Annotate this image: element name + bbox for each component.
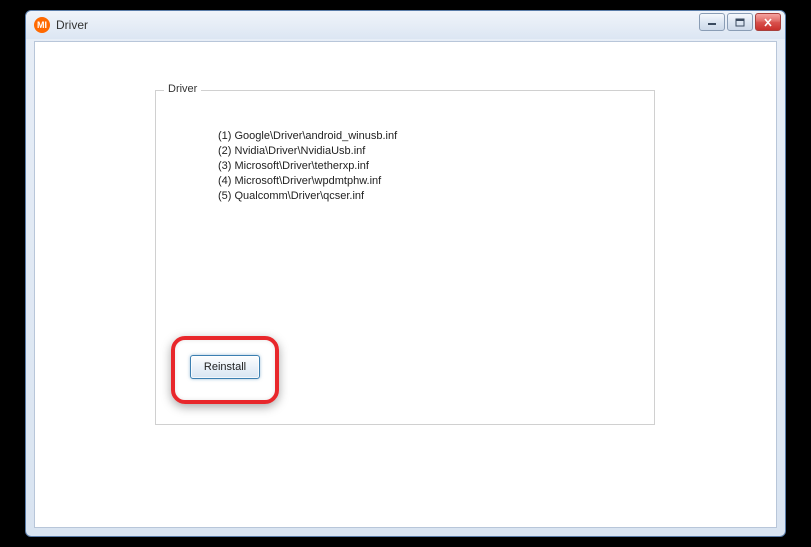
maximize-icon — [735, 18, 745, 27]
minimize-button[interactable] — [699, 13, 725, 31]
window-controls — [699, 13, 781, 31]
titlebar[interactable]: MI Driver — [26, 11, 785, 39]
driver-groupbox: Driver (1) Google\Driver\android_winusb.… — [155, 90, 655, 425]
maximize-button[interactable] — [727, 13, 753, 31]
driver-list: (1) Google\Driver\android_winusb.inf (2)… — [218, 129, 397, 204]
groupbox-label: Driver — [164, 83, 201, 95]
list-item: (3) Microsoft\Driver\tetherxp.inf — [218, 159, 397, 174]
close-button[interactable] — [755, 13, 781, 31]
app-window: MI Driver D — [25, 10, 786, 537]
list-item: (1) Google\Driver\android_winusb.inf — [218, 129, 397, 144]
window-title: Driver — [56, 18, 88, 32]
list-item: (4) Microsoft\Driver\wpdmtphw.inf — [218, 174, 397, 189]
reinstall-button[interactable]: Reinstall — [190, 355, 260, 379]
app-icon-text: MI — [37, 20, 47, 30]
close-icon — [763, 18, 773, 27]
list-item: (2) Nvidia\Driver\NvidiaUsb.inf — [218, 144, 397, 159]
minimize-icon — [707, 18, 717, 26]
list-item: (5) Qualcomm\Driver\qcser.inf — [218, 189, 397, 204]
client-area: Driver (1) Google\Driver\android_winusb.… — [34, 41, 777, 528]
app-icon: MI — [34, 17, 50, 33]
